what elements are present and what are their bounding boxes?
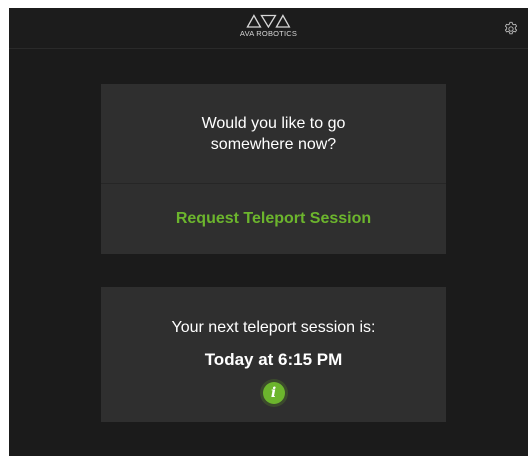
brand-logo: AVA ROBOTICS <box>240 14 297 38</box>
next-session-card: Your next teleport session is: Today at … <box>101 287 446 422</box>
info-icon[interactable]: i <box>262 382 285 404</box>
next-session-label: Your next teleport session is: <box>171 319 376 336</box>
gear-icon[interactable] <box>503 21 519 37</box>
brand-name: AVA ROBOTICS <box>239 29 298 38</box>
app-screen: AVA ROBOTICS Would you like to go somewh… <box>9 8 528 456</box>
next-session-time: Today at 6:15 PM <box>204 350 343 369</box>
top-bar: AVA ROBOTICS <box>9 8 528 49</box>
go-somewhere-card: Would you like to go somewhere now? Requ… <box>101 84 446 254</box>
go-somewhere-question: Would you like to go somewhere now? <box>101 84 446 184</box>
request-teleport-session-button[interactable]: Request Teleport Session <box>101 184 446 254</box>
ava-logo-icon <box>246 14 291 28</box>
